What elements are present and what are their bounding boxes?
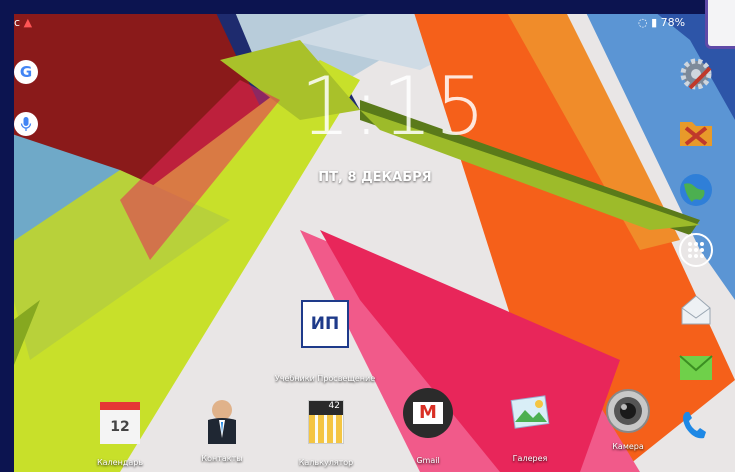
microphone-icon: [20, 117, 32, 131]
google-icon: G: [19, 63, 33, 81]
voice-search-button[interactable]: [14, 112, 38, 136]
app-drawer-icon: [679, 233, 713, 267]
app-label: Контакты: [201, 454, 243, 463]
clock-time: 1:15: [300, 60, 488, 153]
status-right: ◌ ▮ 78%: [638, 16, 685, 32]
status-notification-icons: c ▲: [14, 16, 32, 32]
settings-shortcut[interactable]: [676, 54, 716, 94]
app-label: Календарь: [96, 458, 144, 467]
contacts-app[interactable]: Контакты: [192, 396, 252, 463]
app-label: Калькулятор: [298, 458, 354, 467]
messaging-shortcut[interactable]: [676, 348, 716, 388]
google-search-button[interactable]: G: [14, 60, 38, 84]
file-manager-shortcut[interactable]: [676, 112, 716, 152]
prosveshchenie-logo-icon: ИП: [301, 300, 349, 348]
all-apps-button[interactable]: [676, 230, 716, 270]
signal-icon: ▮: [651, 16, 658, 29]
camera-app[interactable]: Камера: [598, 388, 658, 451]
corner-overlay-card: [705, 0, 735, 49]
contacts-icon: [208, 400, 236, 444]
tablet-screen: c ▲ ◌ ▮ 78% G 1:15 ПТ, 8 ДЕКАБРЯ ИП Учеб…: [0, 0, 735, 472]
message-icon: [679, 355, 713, 380]
gmail-app[interactable]: M Gmail: [398, 388, 458, 465]
app-label: Камера: [612, 442, 644, 451]
clock-date: ПТ, 8 ДЕКАБРЯ: [318, 170, 432, 185]
browser-shortcut[interactable]: [676, 170, 716, 210]
app-label: Галерея: [512, 454, 548, 463]
warning-icon: ▲: [23, 16, 33, 29]
gallery-app[interactable]: Галерея: [500, 392, 560, 463]
app-label: Учебники Просвещение: [274, 374, 376, 383]
alarm-icon: ◌: [638, 16, 648, 29]
email-shortcut[interactable]: [676, 290, 716, 330]
envelope-icon: [681, 295, 711, 325]
calculator-icon: 42: [308, 400, 344, 444]
globe-icon: [680, 174, 712, 206]
gear-icon: [680, 58, 712, 90]
gmail-icon: M: [403, 388, 453, 438]
camera-icon: [606, 389, 650, 433]
gallery-icon: [510, 395, 550, 429]
dock-center-app[interactable]: ИП Учебники Просвещение: [270, 300, 380, 383]
notification-c-icon: c: [14, 16, 21, 29]
app-label: Gmail: [416, 456, 440, 465]
phone-icon: [683, 412, 706, 439]
calculator-app[interactable]: 42 Калькулятор: [296, 400, 356, 467]
calendar-icon: 12: [100, 402, 140, 444]
folder-icon: [680, 122, 712, 146]
phone-shortcut[interactable]: [676, 404, 716, 444]
calendar-app[interactable]: 12 Календарь: [90, 402, 150, 467]
battery-percent: 78%: [660, 16, 686, 29]
